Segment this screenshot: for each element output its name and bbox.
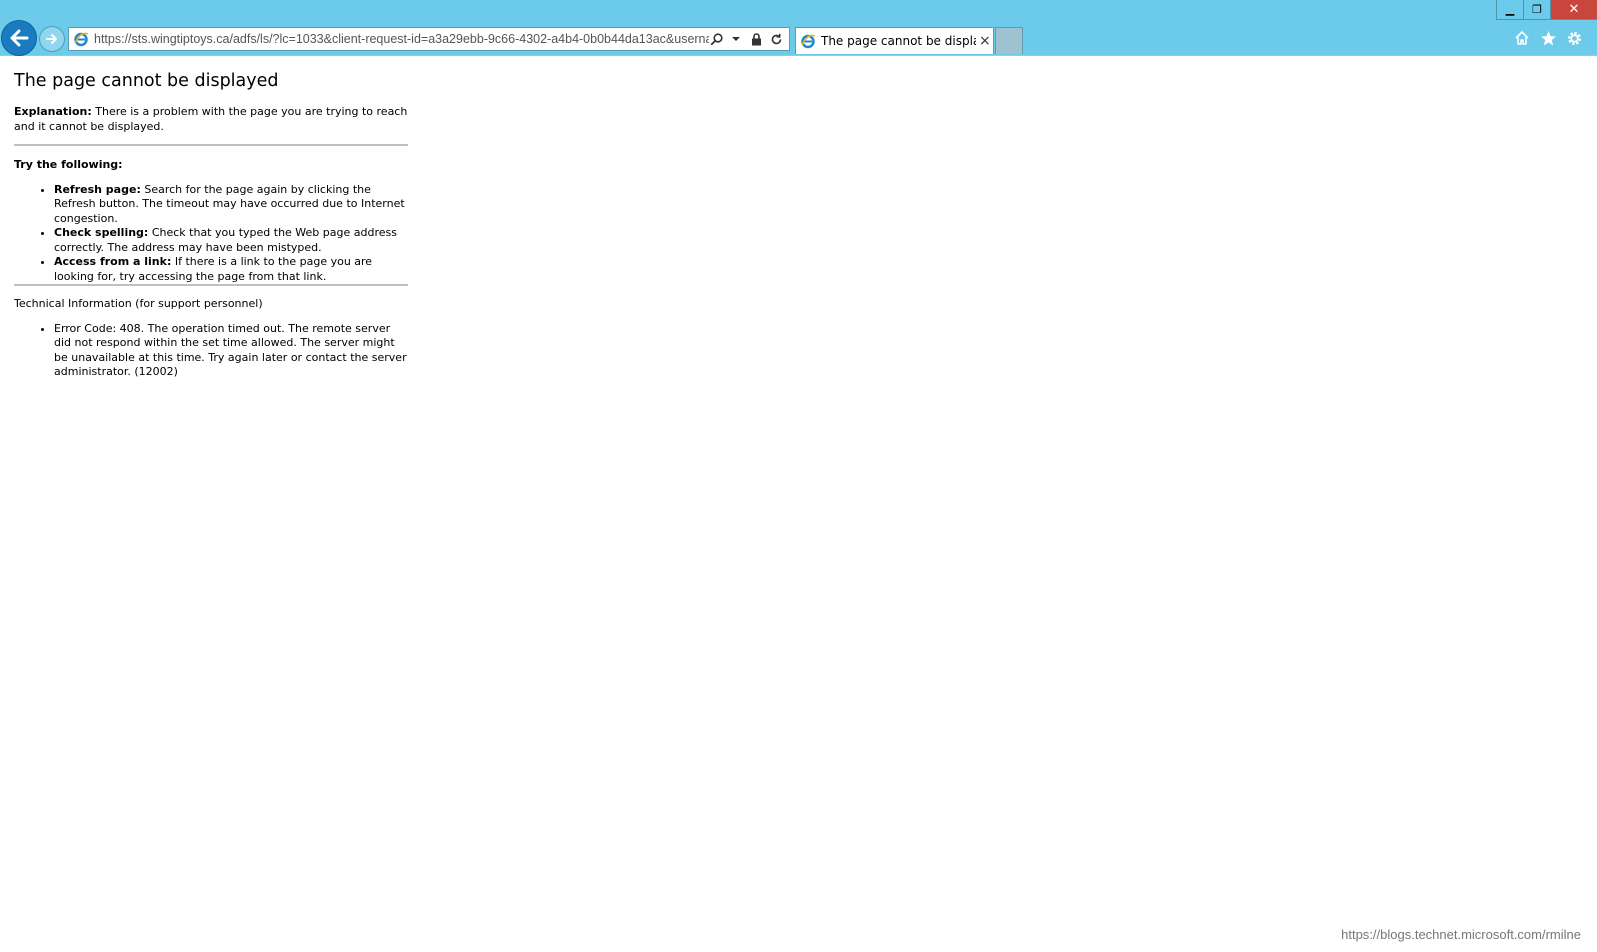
restore-button[interactable]: ❐ [1523,0,1550,20]
list-item: Refresh page: Search for the page again … [54,183,408,227]
refresh-icon[interactable] [769,32,783,46]
page-title: The page cannot be displayed [14,71,279,91]
suggestion-label: Refresh page: [54,182,141,196]
explanation-label: Explanation: [14,105,92,118]
toolbar-icons [1513,29,1583,47]
error-page-content: The page cannot be displayed Explanation… [14,70,408,380]
address-bar[interactable] [68,27,790,51]
address-bar-icons [709,32,783,46]
window-controls: ▁ ❐ ✕ [1496,0,1597,20]
divider [14,144,408,146]
ie-logo-icon [74,32,89,47]
back-arrow-icon [10,29,29,47]
ie-logo-icon [801,34,816,49]
divider [14,284,408,286]
tech-info-heading: Technical Information (for support perso… [14,297,263,310]
watermark: https://blogs.technet.microsoft.com/rmil… [1341,927,1581,942]
lock-icon[interactable] [749,32,763,46]
dropdown-icon[interactable] [729,32,743,46]
favorites-star-icon[interactable] [1539,29,1557,47]
browser-chrome: ▁ ❐ ✕ https://sts.wingtiptoys.ca/adfs/ls… [0,0,1597,56]
try-heading: Try the following: [14,158,123,171]
list-item: Access from a link: If there is a link t… [54,255,408,284]
tab-title: The page cannot be display... [821,34,976,48]
forward-button[interactable] [39,26,65,52]
close-window-button[interactable]: ✕ [1550,0,1597,20]
suggestion-label: Check spelling: [54,226,149,239]
explanation-paragraph: Explanation: There is a problem with the… [14,105,408,134]
tech-info-list: Error Code: 408. The operation timed out… [14,322,408,380]
search-icon[interactable] [709,32,723,46]
suggestion-label: Access from a link: [54,255,172,268]
new-tab-button[interactable] [995,27,1023,54]
home-icon[interactable] [1513,29,1531,47]
suggestion-list: Refresh page: Search for the page again … [14,183,408,285]
back-button[interactable] [1,20,37,56]
settings-gear-icon[interactable] [1565,29,1583,47]
tab-error-page[interactable]: The page cannot be display... × [795,27,994,54]
url-input[interactable] [94,32,709,46]
forward-arrow-icon [46,34,57,44]
list-item: Check spelling: Check that you typed the… [54,226,408,255]
tab-close-icon[interactable]: × [979,33,991,49]
list-item: Error Code: 408. The operation timed out… [54,322,408,380]
minimize-button[interactable]: ▁ [1496,0,1523,20]
